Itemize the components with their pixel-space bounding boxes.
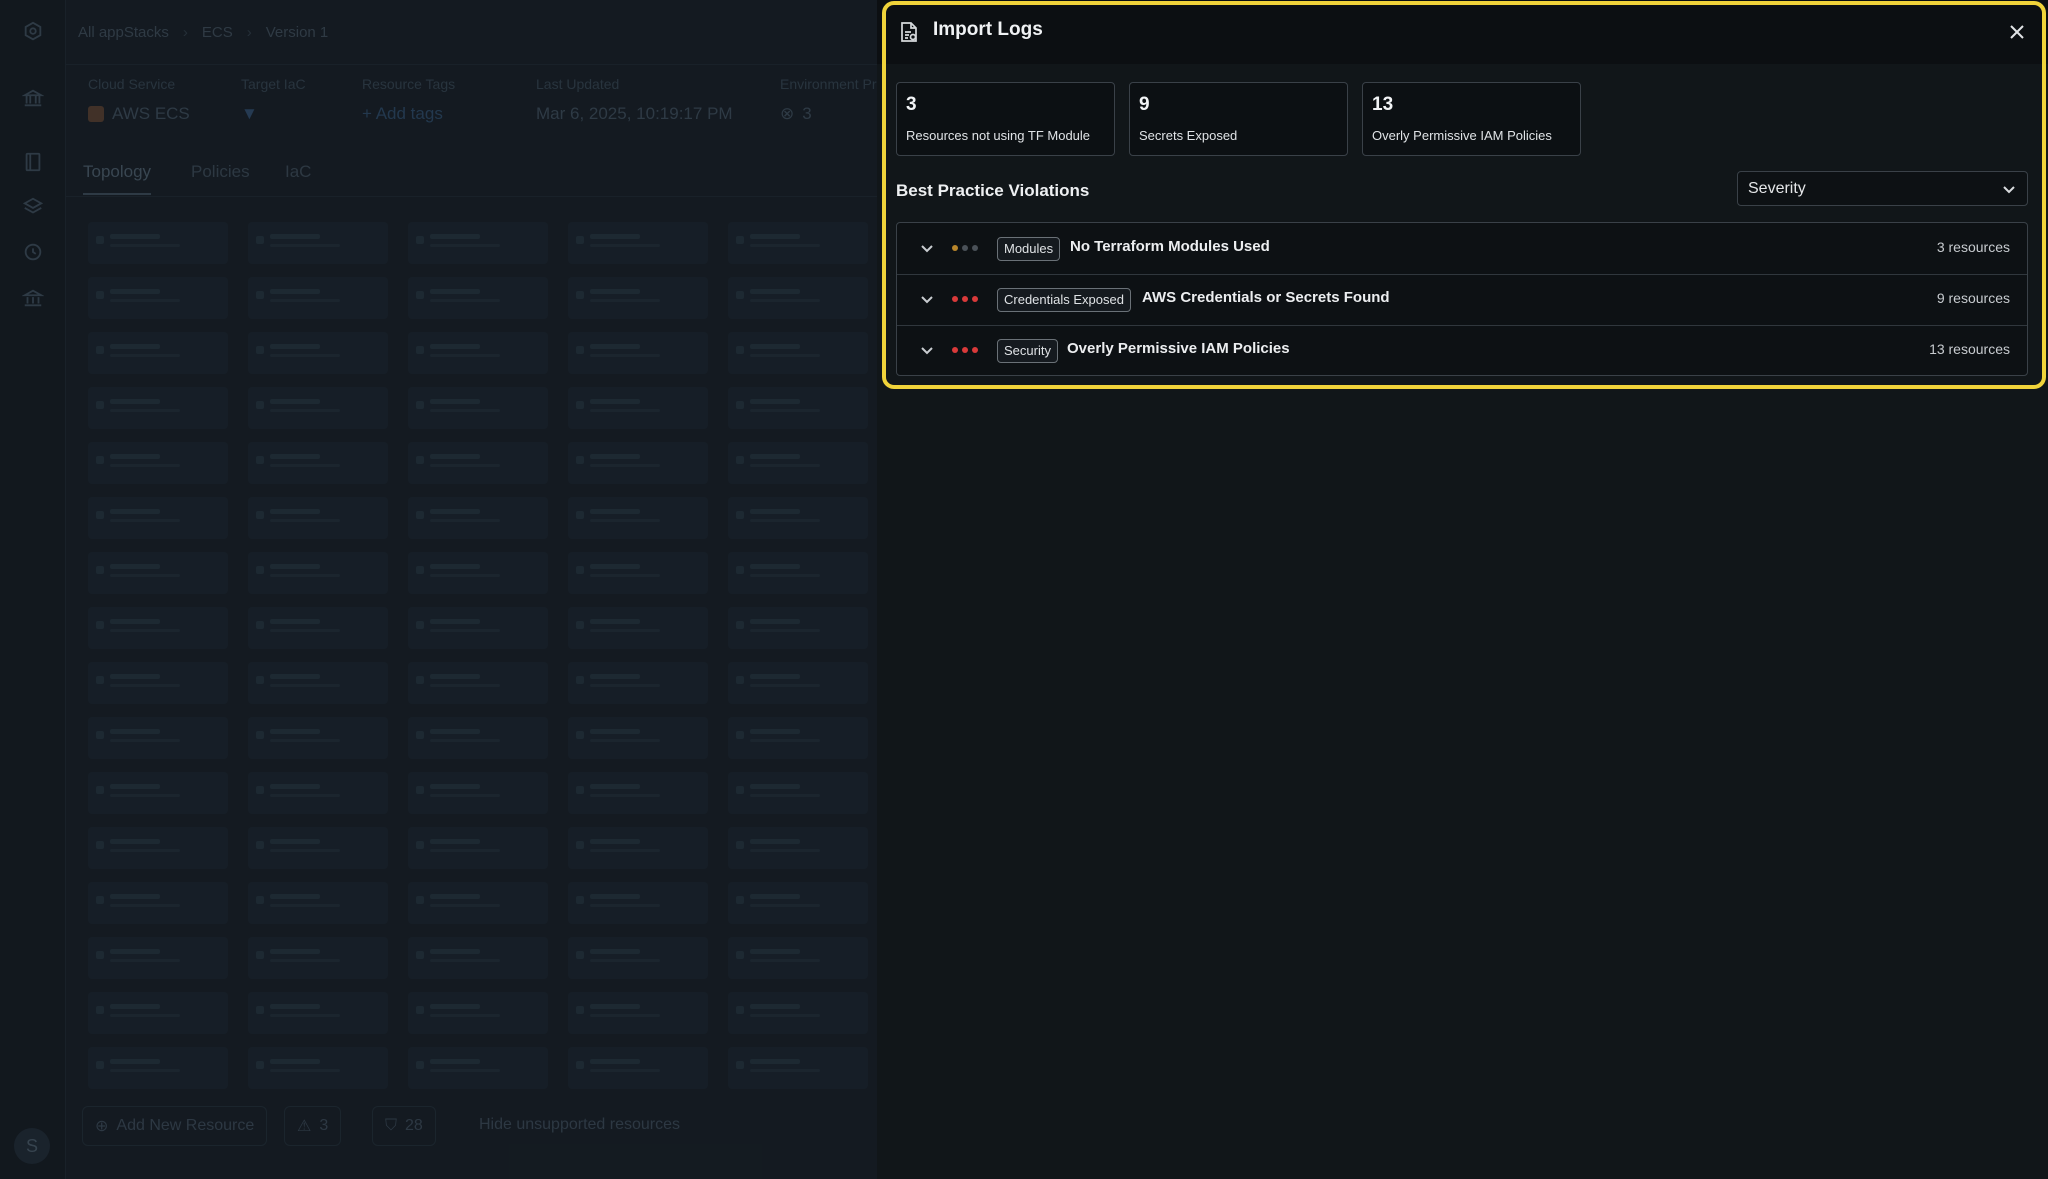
severity-indicator [952, 347, 978, 353]
severity-indicator [952, 296, 978, 302]
stat-value: 9 [1139, 94, 1150, 115]
category-badge: Credentials Exposed [997, 288, 1131, 312]
resource-count: 13 resources [1929, 341, 2010, 357]
violation-title: AWS Credentials or Secrets Found [1142, 289, 1390, 306]
section-title: Best Practice Violations [896, 181, 1090, 200]
violation-title: Overly Permissive IAM Policies [1067, 340, 1290, 357]
resource-count: 9 resources [1936, 290, 2010, 306]
severity-indicator [952, 245, 978, 251]
severity-dot [962, 296, 968, 302]
violations-list: Modules No Terraform Modules Used 3 reso… [896, 222, 2028, 376]
severity-filter-select[interactable]: Severity [1737, 171, 2028, 206]
modal-backdrop[interactable] [0, 0, 877, 1179]
stat-label: Overly Permissive IAM Policies [1372, 128, 1552, 143]
close-icon [2010, 25, 2024, 39]
close-button[interactable] [2007, 22, 2027, 42]
import-logs-panel: Import Logs 3 Resources not using TF Mod… [877, 0, 2048, 1179]
severity-filter-value: Severity [1748, 179, 1806, 197]
expand-chevron-icon[interactable] [919, 342, 935, 358]
stat-label: Resources not using TF Module [906, 128, 1091, 143]
expand-chevron-icon[interactable] [919, 291, 935, 307]
app-background: S All appStacks › ECS › Version 1 Cloud … [0, 0, 877, 1179]
severity-dot [972, 245, 978, 251]
severity-dot [952, 245, 958, 251]
stat-card: 9 Secrets Exposed [1129, 82, 1348, 156]
severity-dot [952, 347, 958, 353]
category-badge: Security [997, 339, 1058, 363]
document-log-icon [899, 21, 919, 43]
expand-chevron-icon[interactable] [919, 240, 935, 256]
violation-row[interactable]: Security Overly Permissive IAM Policies … [897, 325, 2027, 376]
severity-dot [972, 296, 978, 302]
resource-count: 3 resources [1936, 239, 2010, 255]
stat-card: 13 Overly Permissive IAM Policies [1362, 82, 1581, 156]
chevron-down-icon [2003, 186, 2015, 194]
severity-dot [972, 347, 978, 353]
violation-row[interactable]: Modules No Terraform Modules Used 3 reso… [897, 223, 2027, 275]
violation-row[interactable]: Credentials Exposed AWS Credentials or S… [897, 274, 2027, 326]
stat-value: 13 [1372, 94, 1394, 115]
category-badge: Modules [997, 237, 1061, 261]
stat-card: 3 Resources not using TF Module [896, 82, 1115, 156]
violation-title: No Terraform Modules Used [1070, 238, 1270, 255]
stat-value: 3 [906, 94, 917, 115]
panel-title: Import Logs [933, 19, 1043, 40]
panel-header: Import Logs [877, 0, 2048, 64]
severity-dot [962, 245, 968, 251]
severity-dot [962, 347, 968, 353]
severity-dot [952, 296, 958, 302]
stat-label: Secrets Exposed [1139, 128, 1238, 143]
